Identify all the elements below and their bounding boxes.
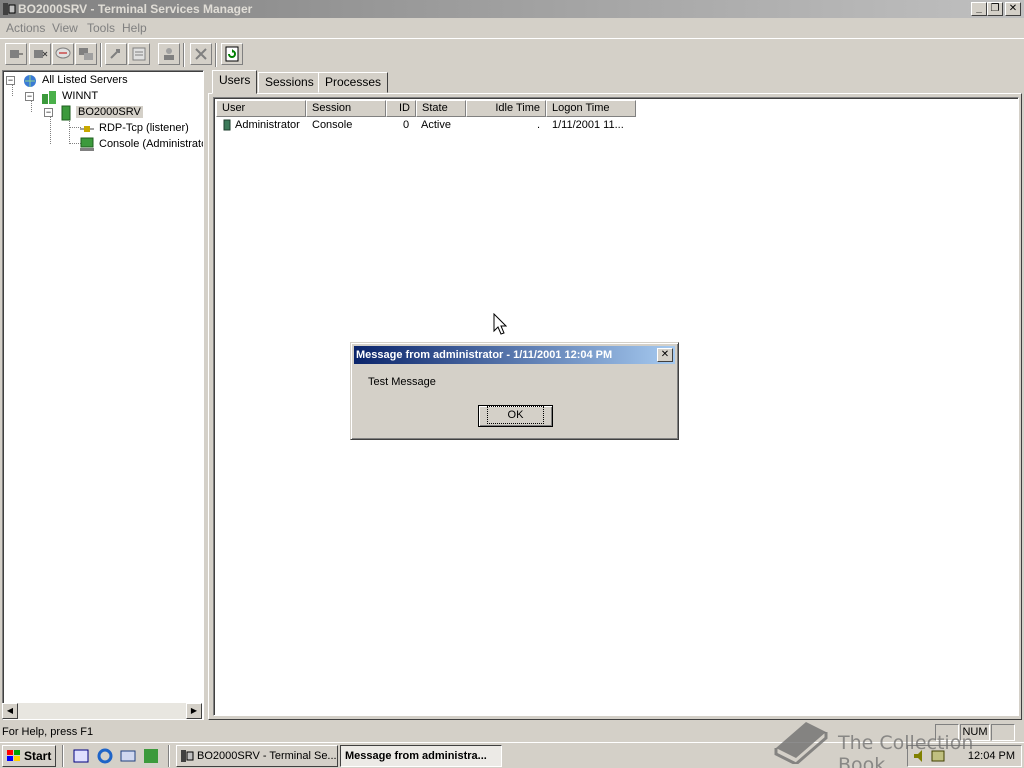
show-desktop-icon[interactable]	[72, 747, 90, 765]
menu-view[interactable]: View	[52, 21, 78, 35]
server-tree[interactable]: − All Listed Servers − WINNT − BO2000SRV…	[2, 70, 204, 720]
toolbar-separator	[100, 43, 102, 67]
windows-logo-icon	[7, 750, 20, 761]
start-label: Start	[24, 749, 52, 763]
globe-icon	[24, 75, 36, 87]
terminal-services-icon	[3, 3, 16, 15]
watermark: The Collection Book	[770, 718, 1020, 768]
end-process-icon[interactable]	[190, 43, 212, 65]
menu-actions[interactable]: Actions	[6, 21, 45, 35]
window-title: BO2000SRV - Terminal Services Manager	[18, 2, 253, 16]
tab-strip: Users Sessions Processes	[208, 70, 1024, 94]
cell-idle-time: .	[537, 119, 541, 131]
dialog-title: Message from administrator - 1/11/2001 1…	[356, 349, 613, 361]
close-button[interactable]: ✕	[1005, 2, 1021, 16]
taskbar-task-message[interactable]: Message from administra...	[340, 745, 502, 767]
watermark-text: The Collection Book	[838, 732, 974, 768]
tab-processes[interactable]: Processes	[318, 72, 389, 93]
restore-button[interactable]: ❐	[987, 2, 1003, 16]
dialog-message: Test Message	[368, 376, 436, 388]
connect-icon[interactable]	[5, 43, 27, 65]
tree-label: WINNT	[62, 90, 99, 102]
collapse-icon[interactable]: −	[44, 108, 53, 117]
book-logo-icon	[774, 722, 828, 764]
taskbar-separator	[62, 745, 64, 767]
dialog-close-button[interactable]: ✕	[657, 348, 673, 362]
start-button[interactable]: Start	[2, 745, 56, 767]
toolbar-separator	[183, 43, 185, 67]
menu-tools[interactable]: Tools	[87, 21, 115, 35]
user-icon	[223, 119, 231, 131]
remote-control-icon[interactable]	[75, 43, 97, 65]
cell-user: Administrator	[235, 119, 300, 131]
cell-session: Console	[312, 119, 353, 131]
mouse-pointer-icon	[493, 313, 507, 335]
tab-users[interactable]: Users	[212, 70, 258, 94]
status-text: For Help, press F1	[2, 726, 94, 738]
network-icon[interactable]	[142, 747, 160, 765]
column-header-state[interactable]: State	[416, 100, 466, 117]
tree-horizontal-scrollbar[interactable]: ◀ ▶	[2, 703, 202, 719]
scroll-right-icon[interactable]: ▶	[186, 703, 202, 719]
tree-label: RDP-Tcp (listener)	[99, 122, 189, 134]
tree-label: BO2000SRV	[76, 106, 143, 118]
status-icon[interactable]	[128, 43, 150, 65]
ok-button-label: OK	[486, 406, 545, 424]
console-icon	[80, 137, 94, 151]
toolbar	[0, 38, 1024, 70]
tree-label: Console (Administrato	[99, 138, 204, 150]
internet-explorer-icon[interactable]	[96, 747, 114, 765]
server-icon	[61, 105, 71, 121]
task-label: Message from administra...	[345, 750, 487, 762]
dialog-titlebar[interactable]: Message from administrator - 1/11/2001 1…	[354, 346, 675, 364]
column-header-user[interactable]: User	[216, 100, 306, 117]
column-header-logon-time[interactable]: Logon Time	[546, 100, 636, 117]
window-titlebar[interactable]: BO2000SRV - Terminal Services Manager _ …	[0, 0, 1024, 18]
message-dialog: Message from administrator - 1/11/2001 1…	[350, 342, 679, 440]
tree-label: All Listed Servers	[42, 74, 128, 86]
cell-logon-time: 1/11/2001 11...	[552, 119, 624, 131]
cell-state: Active	[421, 119, 451, 131]
listener-icon	[80, 126, 94, 132]
refresh-icon[interactable]	[221, 43, 243, 65]
ok-button[interactable]: OK	[478, 405, 553, 427]
minimize-button[interactable]: _	[971, 2, 987, 16]
scroll-left-icon[interactable]: ◀	[2, 703, 18, 719]
toolbar-separator	[215, 43, 217, 67]
taskbar-separator	[168, 745, 170, 767]
column-header-session[interactable]: Session	[306, 100, 386, 117]
domain-icon	[42, 91, 56, 104]
menu-bar: Actions View Tools Help	[0, 18, 1024, 37]
column-header-id[interactable]: ID	[386, 100, 416, 117]
taskbar-task-terminal-services[interactable]: BO2000SRV - Terminal Se...	[176, 745, 338, 767]
tab-sessions[interactable]: Sessions	[258, 72, 321, 93]
send-message-icon[interactable]	[52, 43, 74, 65]
reset-icon[interactable]	[105, 43, 127, 65]
column-header-idle-time[interactable]: Idle Time	[466, 100, 546, 117]
outlook-express-icon[interactable]	[119, 747, 137, 765]
disconnect-icon[interactable]	[29, 43, 51, 65]
collapse-icon[interactable]: −	[6, 76, 15, 85]
terminal-services-icon	[181, 750, 194, 762]
logoff-icon[interactable]	[158, 43, 180, 65]
task-label: BO2000SRV - Terminal Se...	[197, 750, 337, 762]
cell-id: 0	[403, 119, 410, 131]
collapse-icon[interactable]: −	[25, 92, 34, 101]
menu-help[interactable]: Help	[122, 21, 147, 35]
